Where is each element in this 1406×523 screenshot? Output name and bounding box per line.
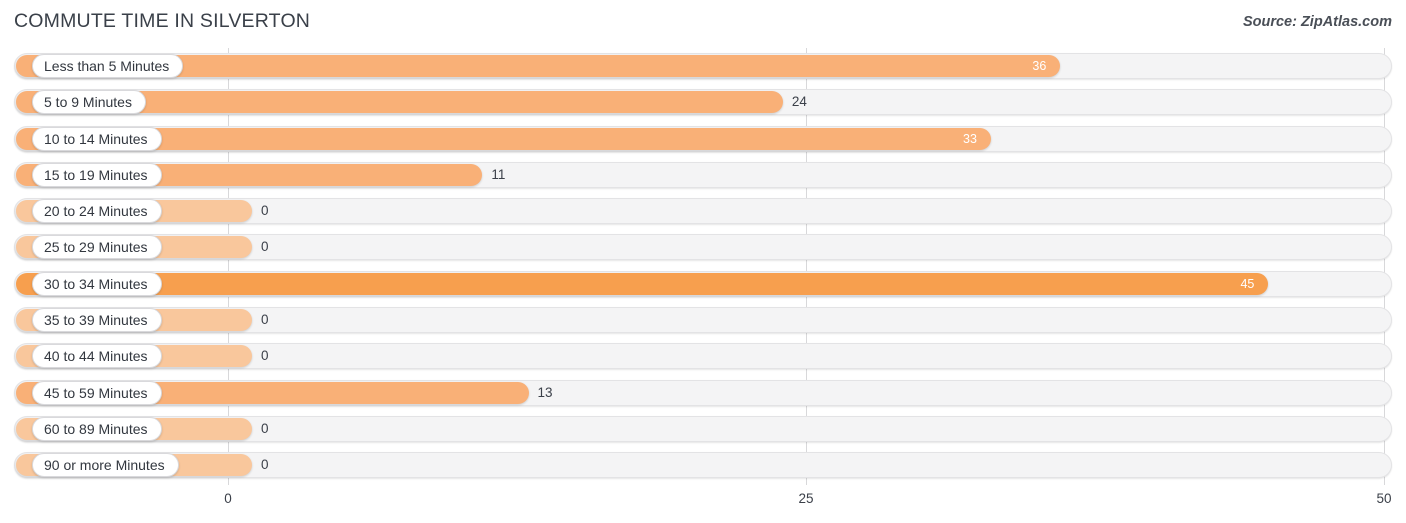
bar-row: 20 to 24 Minutes 0 [0, 193, 1406, 229]
bar-category-label: 15 to 19 Minutes [32, 162, 162, 187]
bar-row: 15 to 19 Minutes 11 [0, 157, 1406, 193]
bar-category-label-text: 90 or more Minutes [44, 457, 165, 474]
bar-value-label: 24 [791, 94, 807, 110]
bar-category-label-text: 15 to 19 Minutes [44, 166, 148, 183]
bar-row: 90 or more Minutes 0 [0, 447, 1406, 483]
bar-value-label: 0 [261, 420, 269, 436]
bar-category-label: 20 to 24 Minutes [32, 199, 162, 224]
bar-row: 45 to 59 Minutes 13 [0, 375, 1406, 411]
bar-value-label: 13 [537, 384, 553, 400]
bar-category-label-text: Less than 5 Minutes [44, 58, 170, 74]
bar-value-label: 36 [1032, 59, 1047, 73]
bar-value-label: 0 [261, 203, 269, 219]
bar-category-label-text: 40 to 44 Minutes [44, 348, 148, 365]
bar-row: Less than 5 Minutes 36 [0, 48, 1406, 84]
bar-category-label: Less than 5 Minutes [32, 54, 184, 78]
bar-category-label: 45 to 59 Minutes [32, 380, 162, 405]
bar[interactable] [16, 272, 1269, 295]
bar-value-label: 45 [1240, 276, 1255, 291]
bar-category-label-text: 45 to 59 Minutes [44, 384, 148, 401]
bar-value-label: 0 [261, 348, 269, 364]
bar-category-label-text: 20 to 24 Minutes [44, 203, 148, 220]
page-title: COMMUTE TIME IN SILVERTON [14, 10, 311, 32]
bar-value-label: 0 [261, 239, 269, 255]
bar-category-label: 60 to 89 Minutes [32, 416, 162, 441]
chart-page: COMMUTE TIME IN SILVERTON Source: ZipAtl… [0, 0, 1406, 523]
x-tick-label: 25 [798, 491, 814, 506]
bar-category-label-text: 25 to 29 Minutes [44, 239, 148, 256]
x-tick-label: 0 [224, 491, 232, 506]
bar-category-label: 10 to 14 Minutes [32, 126, 162, 151]
plot-area: Less than 5 Minutes 36 5 to 9 Minutes 24 10 … [0, 48, 1406, 485]
bar-rows: Less than 5 Minutes 36 5 to 9 Minutes 24 10 … [0, 48, 1406, 484]
bar-row: 25 to 29 Minutes 0 [0, 229, 1406, 265]
bar-category-label: 35 to 39 Minutes [32, 308, 162, 333]
x-axis: 0 25 50 [0, 485, 1406, 523]
source-attribution: Source: ZipAtlas.com [1242, 14, 1392, 30]
bar-category-label: 30 to 34 Minutes [32, 271, 162, 296]
x-tick-label: 50 [1376, 491, 1392, 506]
bar-row: 60 to 89 Minutes 0 [0, 411, 1406, 447]
bar-value-label: 33 [963, 131, 977, 146]
bar[interactable] [16, 127, 991, 150]
bar-row: 30 to 34 Minutes 45 [0, 266, 1406, 302]
bar-category-label: 5 to 9 Minutes [32, 90, 146, 115]
bar-category-label-text: 60 to 89 Minutes [44, 420, 148, 437]
bar-category-label-text: 35 to 39 Minutes [44, 312, 148, 329]
bar-row: 5 to 9 Minutes 24 [0, 84, 1406, 120]
bar-value-label: 11 [491, 166, 506, 182]
bar-value-label: 0 [261, 457, 269, 473]
bar-category-label: 90 or more Minutes [32, 453, 179, 478]
bar-row: 10 to 14 Minutes 33 [0, 121, 1406, 157]
bar-value-label: 0 [261, 312, 269, 328]
bar-category-label-text: 10 to 14 Minutes [44, 130, 148, 147]
bar-category-label: 25 to 29 Minutes [32, 235, 162, 260]
bar-category-label: 40 to 44 Minutes [32, 344, 162, 369]
bar-category-label-text: 5 to 9 Minutes [44, 94, 132, 111]
bar-category-label-text: 30 to 34 Minutes [44, 275, 148, 292]
bar-row: 40 to 44 Minutes 0 [0, 338, 1406, 374]
bar-row: 35 to 39 Minutes 0 [0, 302, 1406, 338]
